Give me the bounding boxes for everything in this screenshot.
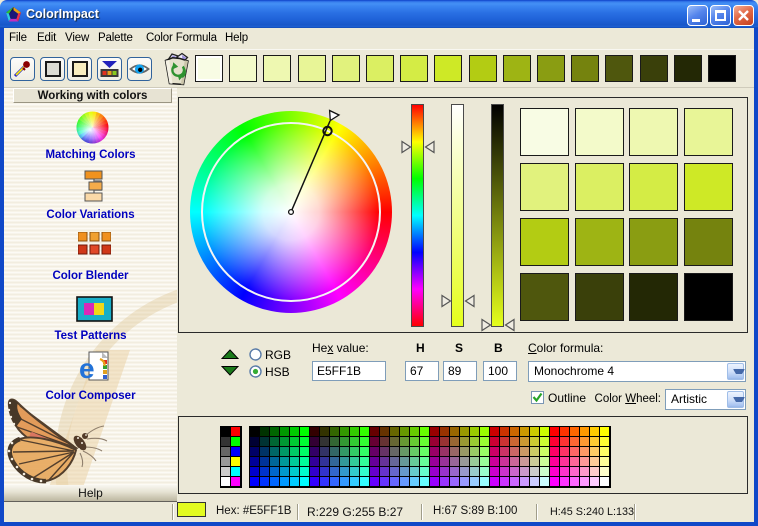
svg-text:e: e	[79, 353, 95, 383]
